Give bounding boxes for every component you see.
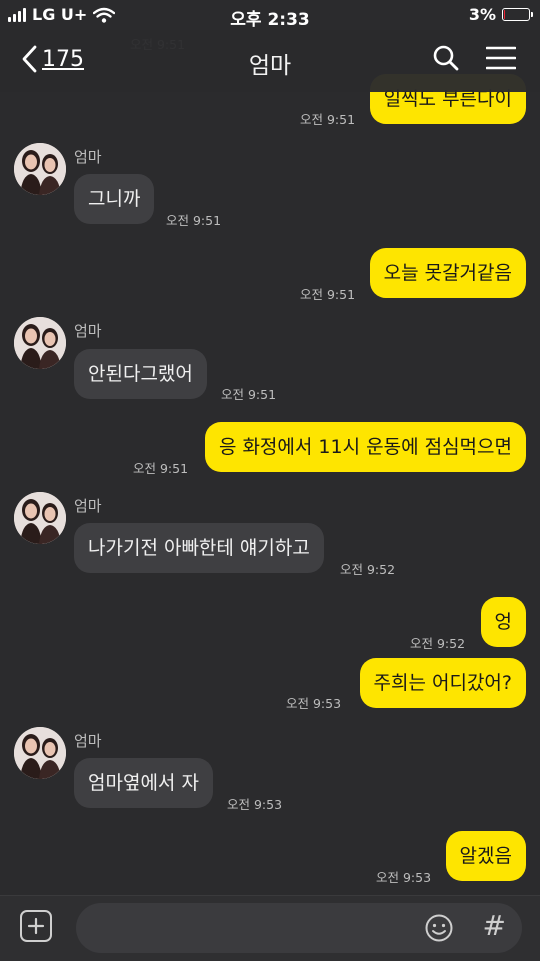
sender-name: 엄마 [74,732,102,750]
sender-name: 엄마 [74,148,102,166]
plus-icon [27,917,45,935]
message-bubble-outgoing[interactable]: 엉 [480,597,526,647]
profile-photo-icon [14,727,66,779]
message-time: 오전 9:51 [300,112,356,127]
menu-icon[interactable] [486,45,516,71]
hashtag-search-button[interactable]: # [483,909,506,942]
battery-icon [502,8,533,21]
message-bubble-outgoing[interactable]: 응 화정에서 11시 운동에 점심먹으면 [204,422,526,472]
message-time: 오전 9:52 [340,562,396,577]
message-bubble-incoming[interactable]: 나가기전 아빠한테 얘기하고 [74,523,324,573]
message-time: 오전 9:53 [286,696,342,711]
status-bar: LG U+ 오후 2:33 3% [0,0,540,30]
message-time: 오전 9:51 [133,461,189,476]
smiley-icon [425,914,453,942]
message-time: 오전 9:51 [300,287,356,302]
message-time: 오전 9:53 [376,870,432,885]
message-bubble-outgoing[interactable]: 오늘 못갈거같음 [369,248,526,298]
message-time: 오전 9:52 [410,636,466,651]
sender-name: 엄마 [74,497,102,515]
message-bubble-incoming[interactable]: 그니까 [74,174,155,224]
sender-name: 엄마 [74,322,102,340]
emoji-button[interactable] [424,913,454,947]
chat-message-list[interactable]: 오전 9:51 일찍도 부른다이 오전 9:51 엄마 그니까 오전 9:51 … [0,0,540,961]
avatar[interactable] [14,492,66,544]
status-time: 오후 2:33 [230,10,310,30]
message-input[interactable] [94,903,418,955]
chevron-left-icon [22,45,37,73]
avatar[interactable] [14,727,66,779]
message-bubble-outgoing[interactable]: 알겠음 [445,831,526,881]
battery-percent: 3% [468,5,496,24]
profile-photo-icon [14,317,66,369]
unread-chat-count: 175 [42,46,84,72]
message-time: 오전 9:51 [221,387,277,402]
back-button[interactable]: 175 [20,44,84,74]
profile-photo-icon [14,143,66,195]
message-text-field[interactable]: # [76,903,522,955]
message-time: 오전 9:53 [227,797,283,812]
battery-fill [504,10,505,19]
status-right: 3% [468,5,533,24]
profile-photo-icon [14,492,66,544]
message-bubble-incoming[interactable]: 엄마옆에서 자 [74,758,213,808]
chat-header: 175 엄마 [0,30,540,92]
avatar[interactable] [14,143,66,195]
message-bubble-outgoing[interactable]: 주희는 어디갔어? [359,658,526,708]
header-actions [432,44,516,72]
avatar[interactable] [14,317,66,369]
message-input-bar: # [0,895,540,961]
search-icon[interactable] [432,44,460,72]
message-bubble-incoming[interactable]: 안된다그랬어 [74,349,207,399]
message-time: 오전 9:51 [166,213,222,228]
attach-plus-button[interactable] [20,910,52,942]
